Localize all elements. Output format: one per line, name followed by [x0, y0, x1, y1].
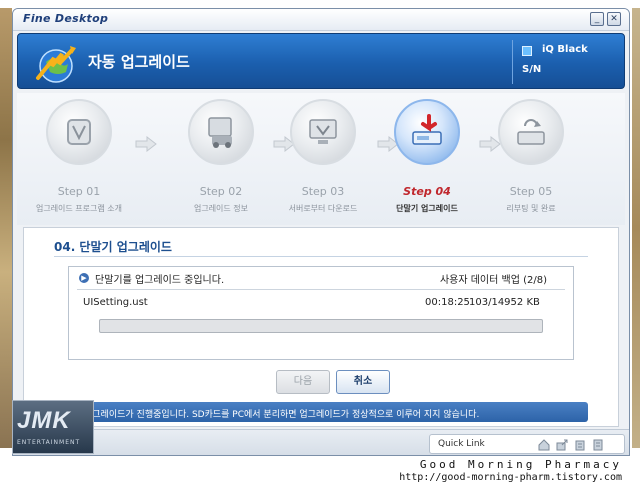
- backup-status: 사용자 데이터 백업 (2/8): [439, 275, 547, 286]
- page-header: 자동 업그레이드 iQ Black S/N: [17, 33, 625, 89]
- server-download-icon: [309, 119, 337, 144]
- status-header: ▶ 단말기를 업그레이드 중입니다. 사용자 데이터 백업 (2/8): [69, 267, 573, 289]
- step-02: Step 02 업그레이드 정보: [167, 99, 275, 219]
- elapsed-time: 00:18:25: [425, 297, 470, 308]
- next-button[interactable]: 다음: [276, 370, 330, 394]
- device-model: iQ Black: [522, 44, 622, 60]
- serial-number-label: S/N: [522, 64, 542, 75]
- device-model-name: iQ Black: [542, 44, 588, 55]
- panel-divider: [77, 289, 565, 290]
- section-title: 04. 단말기 업그레이드: [54, 240, 172, 254]
- notice-text: 업그레이드가 진행중입니다. SD카드를 PC에서 분리하면 업그레이드가 정상…: [84, 410, 480, 420]
- section-divider: [54, 256, 588, 257]
- step-arrow-icon: [135, 136, 157, 152]
- step-04-badge: [394, 99, 460, 165]
- step-03-label: 서버로부터 다운로드: [288, 204, 358, 213]
- minimize-icon[interactable]: _: [590, 12, 604, 26]
- step-02-label: 업그레이드 정보: [193, 204, 249, 213]
- desktop-wallpaper-left: [0, 8, 12, 448]
- step-01: Step 01 업그레이드 프로그램 소개: [25, 99, 133, 219]
- status-text: 단말기를 업그레이드 중입니다.: [95, 275, 225, 286]
- clipboard-link-icon[interactable]: [574, 439, 586, 451]
- transfer-size: 103/14952 KB: [469, 297, 540, 308]
- quick-link-label: Quick Link: [438, 439, 485, 449]
- device-upgrade-icon: [412, 114, 442, 145]
- upgrade-globe-logo-icon: [36, 46, 76, 83]
- step-01-badge: [46, 99, 112, 165]
- upgrade-info-icon: [208, 117, 232, 148]
- cancel-button[interactable]: 취소: [336, 370, 390, 394]
- header-divider: [512, 40, 513, 84]
- current-file-name: UISetting.ust: [83, 297, 148, 308]
- document-link-icon[interactable]: [592, 439, 604, 451]
- step-02-number: Step 02: [199, 185, 243, 198]
- desktop-wallpaper-right: [632, 8, 640, 448]
- play-bullet-icon: ▶: [79, 273, 89, 283]
- step-04: Step 04 단말기 업그레이드: [373, 99, 481, 219]
- step-03: Step 03 서버로부터 다운로드: [269, 99, 377, 219]
- device-icon: [522, 46, 532, 56]
- home-link-icon[interactable]: [538, 439, 550, 451]
- step-02-badge: [188, 99, 254, 165]
- step-01-label: 업그레이드 프로그램 소개: [35, 204, 123, 213]
- step-05-badge: [498, 99, 564, 165]
- upgrade-status-panel: ▶ 단말기를 업그레이드 중입니다. 사용자 데이터 백업 (2/8) UISe…: [68, 266, 574, 360]
- program-intro-icon: [67, 119, 91, 145]
- step-04-number: Step 04: [403, 185, 451, 198]
- step-05-number: Step 05: [509, 185, 553, 198]
- reboot-complete-icon: [517, 119, 545, 145]
- step-05-label: 리부팅 및 완료: [506, 204, 556, 213]
- close-icon[interactable]: ✕: [607, 12, 621, 26]
- blog-caption-title: Good Morning Pharmacy: [419, 458, 622, 471]
- title-bar[interactable]: Fine Desktop _ ✕: [13, 9, 629, 31]
- watermark-logo: JMK ENTERTAINMENT: [12, 400, 94, 454]
- step-05: Step 05 리부팅 및 완료: [477, 99, 585, 219]
- wizard-steps: Step 01 업그레이드 프로그램 소개 Step 02 업그레이드 정보 S…: [17, 93, 625, 225]
- step-03-badge: [290, 99, 356, 165]
- footer-bar: Quick Link: [13, 429, 629, 455]
- watermark-letters: JMK: [17, 407, 71, 434]
- app-window: Fine Desktop _ ✕ 자동 업그레이드 iQ Black S/N S…: [12, 8, 630, 456]
- export-link-icon[interactable]: [556, 439, 568, 451]
- step-03-number: Step 03: [301, 185, 345, 198]
- notice-bar: 업그레이드가 진행중입니다. SD카드를 PC에서 분리하면 업그레이드가 정상…: [50, 402, 588, 422]
- quick-link-bar: Quick Link: [429, 434, 625, 454]
- watermark-subtitle: ENTERTAINMENT: [17, 439, 81, 446]
- page-title: 자동 업그레이드: [88, 53, 190, 71]
- app-title: Fine Desktop: [23, 12, 109, 25]
- blog-caption-url: http://good-morning-pharm.tistory.com: [399, 472, 622, 483]
- progress-bar: [99, 319, 543, 333]
- step-01-number: Step 01: [57, 185, 101, 198]
- step-04-label: 단말기 업그레이드: [396, 204, 458, 213]
- main-content: 04. 단말기 업그레이드 ▶ 단말기를 업그레이드 중입니다. 사용자 데이터…: [23, 227, 619, 427]
